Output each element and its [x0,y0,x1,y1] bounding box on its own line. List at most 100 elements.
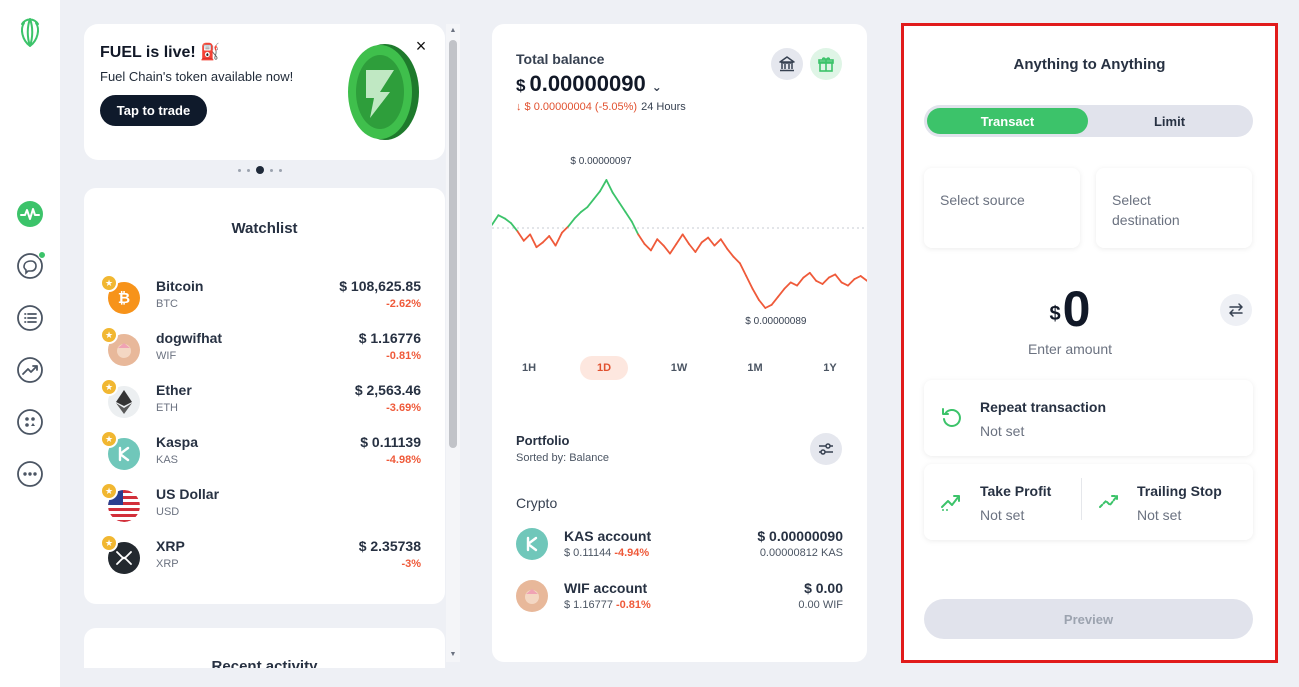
watchlist-row[interactable]: ★ XRP XRP $ 2.35738 -3% [84,534,445,582]
uphold-logo-icon[interactable] [17,15,43,49]
asset-price: $ 2,563.46 [354,382,421,398]
chart-line-segment [764,303,773,309]
tap-to-trade-button[interactable]: Tap to trade [100,95,207,126]
chart-line-segment [719,238,729,250]
chart-low-label: $ 0.00000089 [745,316,807,327]
portfolio-filter-button[interactable] [810,433,842,465]
tab-transact[interactable]: Transact [927,108,1088,134]
change-period: 24 Hours [641,101,686,113]
chart-line-segment [592,190,601,201]
chart-line-segment [561,225,570,234]
trailing-stop-value[interactable]: Not set [1137,507,1181,523]
repeat-transaction-option[interactable]: Repeat transaction Not set [924,380,1253,456]
star-icon: ★ [100,534,118,552]
trailing-stop-title[interactable]: Trailing Stop [1137,483,1222,499]
markets-nav-button[interactable] [16,356,44,384]
chart-line-segment [548,235,557,247]
balance-card: Total balance $0.00000090 ⌄ ↓ $ 0.0000000… [492,24,867,662]
preview-button[interactable]: Preview [924,599,1253,639]
more-dots-icon [17,461,43,487]
chart-line-segment [605,179,614,194]
range-1y-button[interactable]: 1Y [806,356,854,380]
activity-nav-button[interactable] [16,200,44,228]
carousel-dot[interactable] [270,168,273,172]
select-source-button[interactable]: Select source [924,168,1080,248]
take-profit-title[interactable]: Take Profit [980,483,1051,499]
scroll-down-arrow-icon[interactable]: ▼ [449,651,457,659]
asset-change: -4.98% [386,454,421,466]
chart-line-segment [554,231,563,247]
asset-price: $ 108,625.85 [339,278,421,294]
carousel-dot-active[interactable] [256,166,264,174]
chart-line-segment [656,238,665,247]
chart-line-segment [503,217,512,225]
bank-button[interactable] [771,48,803,80]
asset-name: dogwifhat [156,330,223,346]
scrollbar[interactable]: ▲ ▼ [446,24,460,662]
chart-line-segment [643,243,652,252]
range-1m-button[interactable]: 1M [731,356,779,380]
chart-line-segment [510,222,519,233]
range-1h-button[interactable]: 1H [505,356,553,380]
range-1d-button[interactable]: 1D [580,356,628,380]
chart-line-segment [675,233,684,245]
apps-nav-button[interactable] [16,408,44,436]
chart-line-segment [777,287,786,298]
take-profit-icon [941,495,960,511]
crypto-section-label: Crypto [516,495,558,511]
total-balance-value[interactable]: $0.00000090 ⌄ [516,71,662,97]
activity-pulse-icon [17,201,43,227]
carousel-dot[interactable] [247,168,250,172]
gift-button[interactable] [810,48,842,80]
carousel-dot[interactable] [238,168,241,172]
chart-line-segment [847,278,856,287]
account-value: $ 0.00000090 [757,528,843,544]
chart-line-segment [669,243,678,255]
chart-line-segment [522,233,532,242]
scrollbar-thumb[interactable] [449,40,457,448]
watchlist-row[interactable]: ★ Ether ETH $ 2,563.46 -3.69% [84,378,445,426]
swap-button[interactable] [1220,294,1252,326]
account-row[interactable]: KAS account $ 0.11144 -4.94% $ 0.00000090… [516,528,843,564]
amount-display[interactable]: $0 [904,280,1236,338]
chart-line-segment [853,275,862,281]
watchlist-row[interactable]: ★ US Dollar USD [84,482,445,530]
asset-name: XRP [156,538,185,554]
chart-line-segment [611,191,621,204]
portfolio-nav-button[interactable] [16,251,46,280]
fuel-coin-icon [348,44,419,140]
more-nav-button[interactable] [16,460,44,488]
range-1w-button[interactable]: 1W [655,356,703,380]
watchlist-row[interactable]: ₿ ★ Bitcoin BTC $ 108,625.85 -2.62% [84,274,445,322]
total-balance-label: Total balance [516,51,605,67]
watchlist-row[interactable]: ★ dogwifhat WIF $ 1.16776 -0.81% [84,326,445,374]
asset-name: Bitcoin [156,278,204,294]
chart-line-segment [726,247,735,258]
carousel-dot[interactable] [279,168,282,172]
watchlist-row[interactable]: ★ Kaspa KAS $ 0.11139 -4.98% [84,430,445,478]
asset-change: -3% [401,558,421,570]
chart-line-segment [492,214,500,226]
chart-line-segment [516,230,525,242]
transactions-nav-button[interactable] [16,304,44,332]
asset-symbol: BTC [156,298,178,310]
select-destination-button[interactable]: Select destination [1096,168,1252,248]
chart-line-segment [535,241,544,249]
watchlist-card: Watchlist ₿ ★ Bitcoin BTC $ 108,625.85 -… [84,188,445,604]
asset-symbol: USD [156,506,180,518]
account-row[interactable]: WIF account $ 1.16777 -0.81% $ 0.00 0.00 … [516,580,843,616]
currency-symbol: $ [516,76,526,95]
asset-symbol: KAS [156,454,179,466]
chart-line-segment [662,244,671,255]
portfolio-sort-label: Sorted by: Balance [516,452,609,464]
chart-line-segment [827,273,837,279]
account-quantity: 0.00 WIF [798,599,843,611]
take-profit-value[interactable]: Not set [980,507,1024,523]
carousel-dots[interactable] [238,166,282,174]
scroll-up-arrow-icon[interactable]: ▲ [449,27,457,35]
chart-line-segment [713,238,722,247]
balance-line-chart[interactable] [492,154,867,334]
tab-limit[interactable]: Limit [1089,108,1250,134]
account-quantity: 0.00000812 KAS [759,547,843,559]
chart-line-segment [751,287,760,301]
